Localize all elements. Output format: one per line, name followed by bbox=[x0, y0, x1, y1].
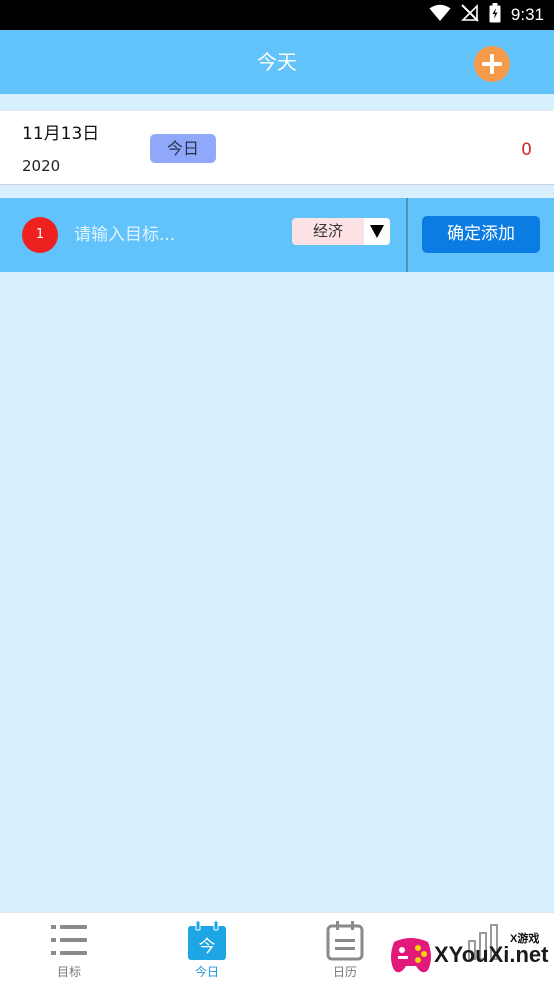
goal-index-badge: 1 bbox=[22, 217, 58, 253]
list-icon bbox=[49, 921, 89, 965]
watermark: X游戏 XYouXi.net bbox=[388, 926, 549, 982]
status-time: 9:31 bbox=[510, 5, 544, 24]
status-icons: 9:31 bbox=[429, 0, 544, 30]
category-dropdown-toggle[interactable] bbox=[364, 218, 390, 245]
status-bar: 9:31 bbox=[0, 0, 554, 30]
battery-charging-icon bbox=[489, 3, 501, 27]
date-year: 2020 bbox=[22, 157, 61, 175]
calendar-icon bbox=[325, 921, 365, 965]
wifi-icon bbox=[429, 4, 451, 26]
watermark-brand: XYouXi.net bbox=[434, 942, 549, 967]
goal-count: 0 bbox=[521, 140, 532, 160]
nav-label-today: 今日 bbox=[194, 965, 219, 979]
gamepad-logo-icon bbox=[388, 932, 434, 982]
calendar-today-icon-text: 今 bbox=[199, 937, 216, 957]
nav-label-goals: 目标 bbox=[56, 965, 81, 979]
date-card: 11月13日 2020 今日 0 bbox=[0, 110, 554, 185]
nav-item-today[interactable]: 今 今日 bbox=[138, 913, 276, 987]
no-signal-icon bbox=[460, 4, 479, 26]
confirm-add-button[interactable]: 确定添加 bbox=[422, 216, 540, 253]
add-button[interactable] bbox=[474, 46, 510, 82]
category-selected-value: 经济 bbox=[312, 222, 343, 240]
nav-item-goals[interactable]: 目标 bbox=[0, 913, 138, 987]
app-bar: 今天 bbox=[0, 30, 554, 94]
category-select[interactable]: 经济 bbox=[292, 218, 390, 245]
today-badge: 今日 bbox=[150, 134, 216, 163]
vertical-divider bbox=[406, 198, 408, 272]
goal-input[interactable] bbox=[74, 215, 284, 255]
date-month-day: 11月13日 bbox=[22, 124, 100, 144]
calendar-today-icon: 今 bbox=[187, 920, 227, 965]
page-title: 今天 bbox=[257, 50, 297, 74]
